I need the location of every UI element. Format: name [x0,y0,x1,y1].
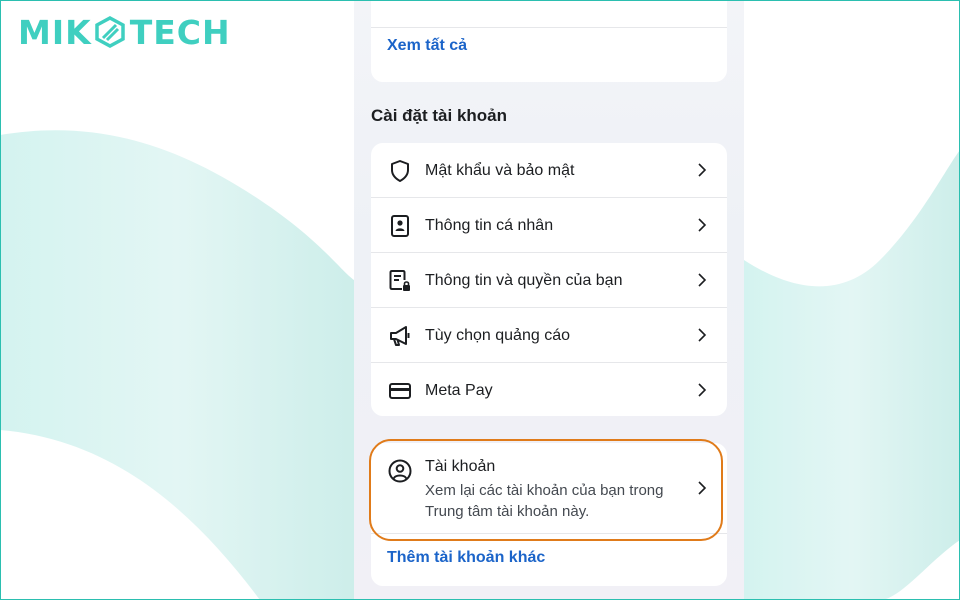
settings-item-label: Mật khẩu và bảo mật [425,161,575,179]
settings-item-info-permissions[interactable]: Thông tin và quyền của bạn [371,253,727,308]
add-account-link[interactable]: Thêm tài khoản khác [387,549,545,567]
see-all-link[interactable]: Xem tất cả [387,37,467,55]
chevron-right-icon [698,163,707,177]
accounts-description: Xem lại các tài khoản của bạn trong Trun… [425,482,664,520]
divider [371,27,727,28]
account-settings-card: Mật khẩu và bảo mật Thông tin cá nhân Th… [371,143,727,416]
previous-section-card: Xem tất cả [371,0,727,82]
chevron-right-icon [698,328,707,342]
settings-screen: Xem tất cả Cài đặt tài khoản Mật khẩu và… [354,0,744,600]
mikotech-logo: MIK TECH [18,12,231,52]
settings-item-password-security[interactable]: Mật khẩu và bảo mật [371,143,727,198]
id-card-icon [387,213,413,239]
accounts-card: Tài khoản Xem lại các tài khoản của bạn … [371,443,727,586]
chevron-right-icon [698,481,707,495]
settings-item-label: Meta Pay [425,381,493,399]
chevron-right-icon [698,273,707,287]
user-circle-icon [388,459,412,483]
settings-item-label: Thông tin và quyền của bạn [425,271,623,289]
settings-item-ad-preferences[interactable]: Tùy chọn quảng cáo [371,308,727,363]
settings-item-meta-pay[interactable]: Meta Pay [371,363,727,418]
logo-text-left: MIK [18,12,92,52]
megaphone-icon [387,323,413,349]
divider [371,533,727,534]
section-title: Cài đặt tài khoản [371,106,508,125]
accounts-title: Tài khoản [425,458,496,475]
settings-item-label: Tùy chọn quảng cáo [425,326,570,344]
settings-item-label: Thông tin cá nhân [425,216,554,234]
document-lock-icon [387,268,413,294]
shield-icon [387,158,413,184]
accounts-item[interactable]: Tài khoản Xem lại các tài khoản của bạn … [371,443,727,533]
logo-text-right: TECH [129,12,231,52]
chevron-right-icon [698,218,707,232]
credit-card-icon [387,378,413,404]
settings-item-personal-info[interactable]: Thông tin cá nhân [371,198,727,253]
logo-mark-icon [94,16,125,48]
chevron-right-icon [698,383,707,397]
